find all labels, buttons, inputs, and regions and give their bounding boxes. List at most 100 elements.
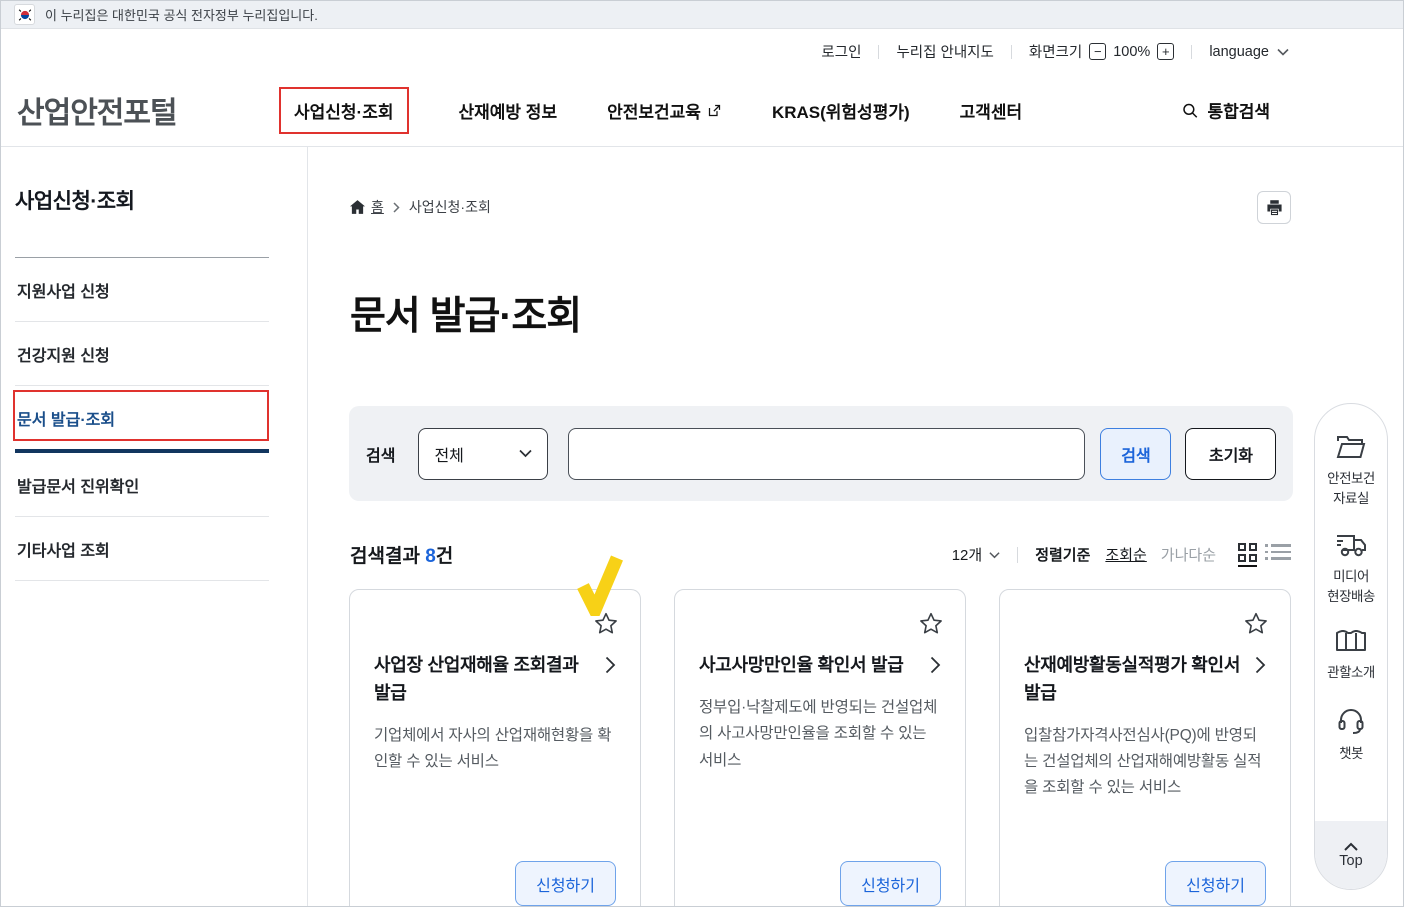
breadcrumb: 홈 사업신청·조회 <box>350 197 491 217</box>
apply-button[interactable]: 신청하기 <box>840 861 941 906</box>
sidebar-item-other-business[interactable]: 기타사업 조회 <box>15 517 269 581</box>
nav-item-accident-prevention[interactable]: 산재예방 정보 <box>459 98 558 123</box>
sort-label: 정렬기준 <box>1035 544 1090 565</box>
card-description: 입찰참가자격사전심사(PQ)에 반영되는 건설업체의 산업재해예방활동 실적을 … <box>1024 723 1266 802</box>
zoom-in-button[interactable]: + <box>1157 43 1174 60</box>
header: 산업안전포털 사업신청·조회 산재예방 정보 안전보건교육 KRAS(위험성평가… <box>1 74 1403 147</box>
print-button[interactable] <box>1257 191 1291 224</box>
sidebar-title: 사업신청·조회 <box>15 185 269 215</box>
search-category-select[interactable]: 전체 <box>418 428 548 480</box>
card-title: 산재예방활동실적평가 확인서 발급 <box>1024 652 1242 708</box>
chevron-right-icon <box>930 656 941 674</box>
search-panel: 검색 전체 검색 초기화 <box>349 406 1293 501</box>
chevron-right-icon <box>393 202 400 213</box>
results-toolbar: 검색결과 8건 12개 정렬기준 조회순 가나다순 <box>350 541 1291 568</box>
zoom-value: 100% <box>1113 44 1150 60</box>
chevron-right-icon <box>1255 656 1266 674</box>
list-tools: 12개 정렬기준 조회순 가나다순 <box>952 543 1291 567</box>
sidebar-item-support-apply[interactable]: 지원사업 신청 <box>15 258 269 322</box>
quick-item-safety-library[interactable]: 안전보건 자료실 <box>1327 434 1375 508</box>
screen-zoom-control: 화면크기 − 100% + <box>1029 41 1174 62</box>
page-title: 문서 발급·조회 <box>350 285 581 341</box>
favorite-star-icon[interactable] <box>593 611 619 637</box>
main-content: 홈 사업신청·조회 문서 발급·조회 검색 전체 검색 초기화 검색결과 8건 <box>308 147 1403 906</box>
quick-item-label: 안전보건 자료실 <box>1327 469 1375 508</box>
quick-item-label: 관할소개 <box>1327 663 1375 683</box>
search-field-label: 검색 <box>366 442 395 466</box>
nav-item-customer-center[interactable]: 고객센터 <box>960 98 1023 123</box>
page-root: 이 누리집은 대한민국 공식 전자정부 누리집입니다. 로그인 누리집 안내지도… <box>0 0 1404 907</box>
result-count-number: 8 <box>425 546 436 567</box>
apply-button[interactable]: 신청하기 <box>515 861 616 906</box>
reset-button[interactable]: 초기화 <box>1185 428 1276 480</box>
apply-button[interactable]: 신청하기 <box>1165 861 1266 906</box>
utility-bar: 로그인 누리집 안내지도 화면크기 − 100% + language <box>1 29 1403 74</box>
card-title-link[interactable]: 산재예방활동실적평가 확인서 발급 <box>1024 652 1266 708</box>
book-icon <box>1335 630 1367 654</box>
service-card: 산재예방활동실적평가 확인서 발급 입찰참가자격사전심사(PQ)에 반영되는 건… <box>999 589 1291 907</box>
divider <box>1011 45 1012 59</box>
sort-by-name[interactable]: 가나다순 <box>1161 544 1216 565</box>
favorite-star-icon[interactable] <box>918 611 944 637</box>
language-selector[interactable]: language <box>1209 44 1289 60</box>
grid-icon <box>1238 543 1257 562</box>
folder-icon <box>1336 434 1366 460</box>
gov-banner-text: 이 누리집은 대한민국 공식 전자정부 누리집입니다. <box>45 5 318 24</box>
printer-icon <box>1266 200 1283 216</box>
left-sidebar: 사업신청·조회 지원사업 신청 건강지원 신청 문서 발급·조회 발급문서 진위… <box>1 147 308 907</box>
sidebar-menu: 지원사업 신청 건강지원 신청 문서 발급·조회 발급문서 진위확인 기타사업 … <box>15 257 269 581</box>
search-button[interactable]: 검색 <box>1100 428 1171 480</box>
breadcrumb-home[interactable]: 홈 <box>350 197 384 217</box>
nav-item-business-apply[interactable]: 사업신청·조회 <box>279 87 409 134</box>
sidebar-item-document-issue[interactable]: 문서 발급·조회 <box>15 386 269 453</box>
sidebar-item-health-apply[interactable]: 건강지원 신청 <box>15 322 269 386</box>
chevron-down-icon <box>989 551 1000 559</box>
favorite-star-icon[interactable] <box>1243 611 1269 637</box>
breadcrumb-current: 사업신청·조회 <box>409 197 491 217</box>
divider <box>1017 547 1018 563</box>
card-title-link[interactable]: 사고사망만인율 확인서 발급 <box>699 652 941 680</box>
search-icon <box>1181 101 1199 119</box>
search-input[interactable] <box>568 428 1085 480</box>
divider <box>878 45 879 59</box>
truck-icon <box>1335 532 1367 558</box>
scroll-to-top-button[interactable]: Top <box>1315 821 1387 889</box>
page-size-select[interactable]: 12개 <box>952 544 1001 565</box>
quick-item-label: 챗봇 <box>1339 744 1363 764</box>
chevron-down-icon <box>1277 48 1289 56</box>
card-title-link[interactable]: 사업장 산업재해율 조회결과 발급 <box>374 652 616 708</box>
chevron-up-icon <box>1344 842 1358 851</box>
nav-item-safety-education[interactable]: 안전보건교육 <box>607 98 722 123</box>
quick-item-media-delivery[interactable]: 미디어 현장배송 <box>1327 532 1375 606</box>
sitemap-link[interactable]: 누리집 안내지도 <box>896 41 993 62</box>
sidebar-item-document-verify[interactable]: 발급문서 진위확인 <box>15 453 269 517</box>
main-nav: 사업신청·조회 산재예방 정보 안전보건교육 KRAS(위험성평가) 고객센터 <box>279 74 1022 146</box>
login-link[interactable]: 로그인 <box>821 41 861 62</box>
korea-flag-icon <box>14 4 35 25</box>
zoom-out-button[interactable]: − <box>1089 43 1106 60</box>
sort-by-views[interactable]: 조회순 <box>1105 544 1146 565</box>
card-description: 정부입·낙찰제도에 반영되는 건설업체의 사고사망만인율을 조회할 수 있는 서… <box>699 695 941 774</box>
home-icon <box>350 200 365 214</box>
site-logo[interactable]: 산업안전포털 <box>17 88 177 132</box>
external-link-icon <box>707 103 722 118</box>
quick-item-chatbot[interactable]: 챗봇 <box>1337 707 1365 764</box>
total-search-button[interactable]: 통합검색 <box>1181 98 1270 123</box>
grid-view-button[interactable] <box>1238 543 1257 567</box>
quick-item-label: 미디어 현장배송 <box>1327 567 1375 606</box>
result-count: 검색결과 8건 <box>350 541 453 568</box>
zoom-label: 화면크기 <box>1029 41 1082 62</box>
divider <box>1191 45 1192 59</box>
card-title: 사업장 산업재해율 조회결과 발급 <box>374 652 592 708</box>
gov-banner: 이 누리집은 대한민국 공식 전자정부 누리집입니다. <box>1 1 1403 29</box>
service-card: 사고사망만인율 확인서 발급 정부입·낙찰제도에 반영되는 건설업체의 사고사망… <box>674 589 966 907</box>
quick-item-jurisdiction[interactable]: 관할소개 <box>1327 630 1375 683</box>
list-view-button[interactable] <box>1271 544 1291 565</box>
quick-menu-panel: 안전보건 자료실 미디어 현장배송 관할소개 챗봇 Top <box>1314 403 1388 890</box>
card-title: 사고사망만인율 확인서 발급 <box>699 652 917 680</box>
headset-icon <box>1337 707 1365 735</box>
language-label: language <box>1209 44 1269 60</box>
nav-item-kras[interactable]: KRAS(위험성평가) <box>772 98 910 123</box>
service-card-list: 사업장 산업재해율 조회결과 발급 기업체에서 자사의 산업재해현황을 확인할 … <box>349 589 1291 907</box>
chevron-right-icon <box>605 656 616 674</box>
